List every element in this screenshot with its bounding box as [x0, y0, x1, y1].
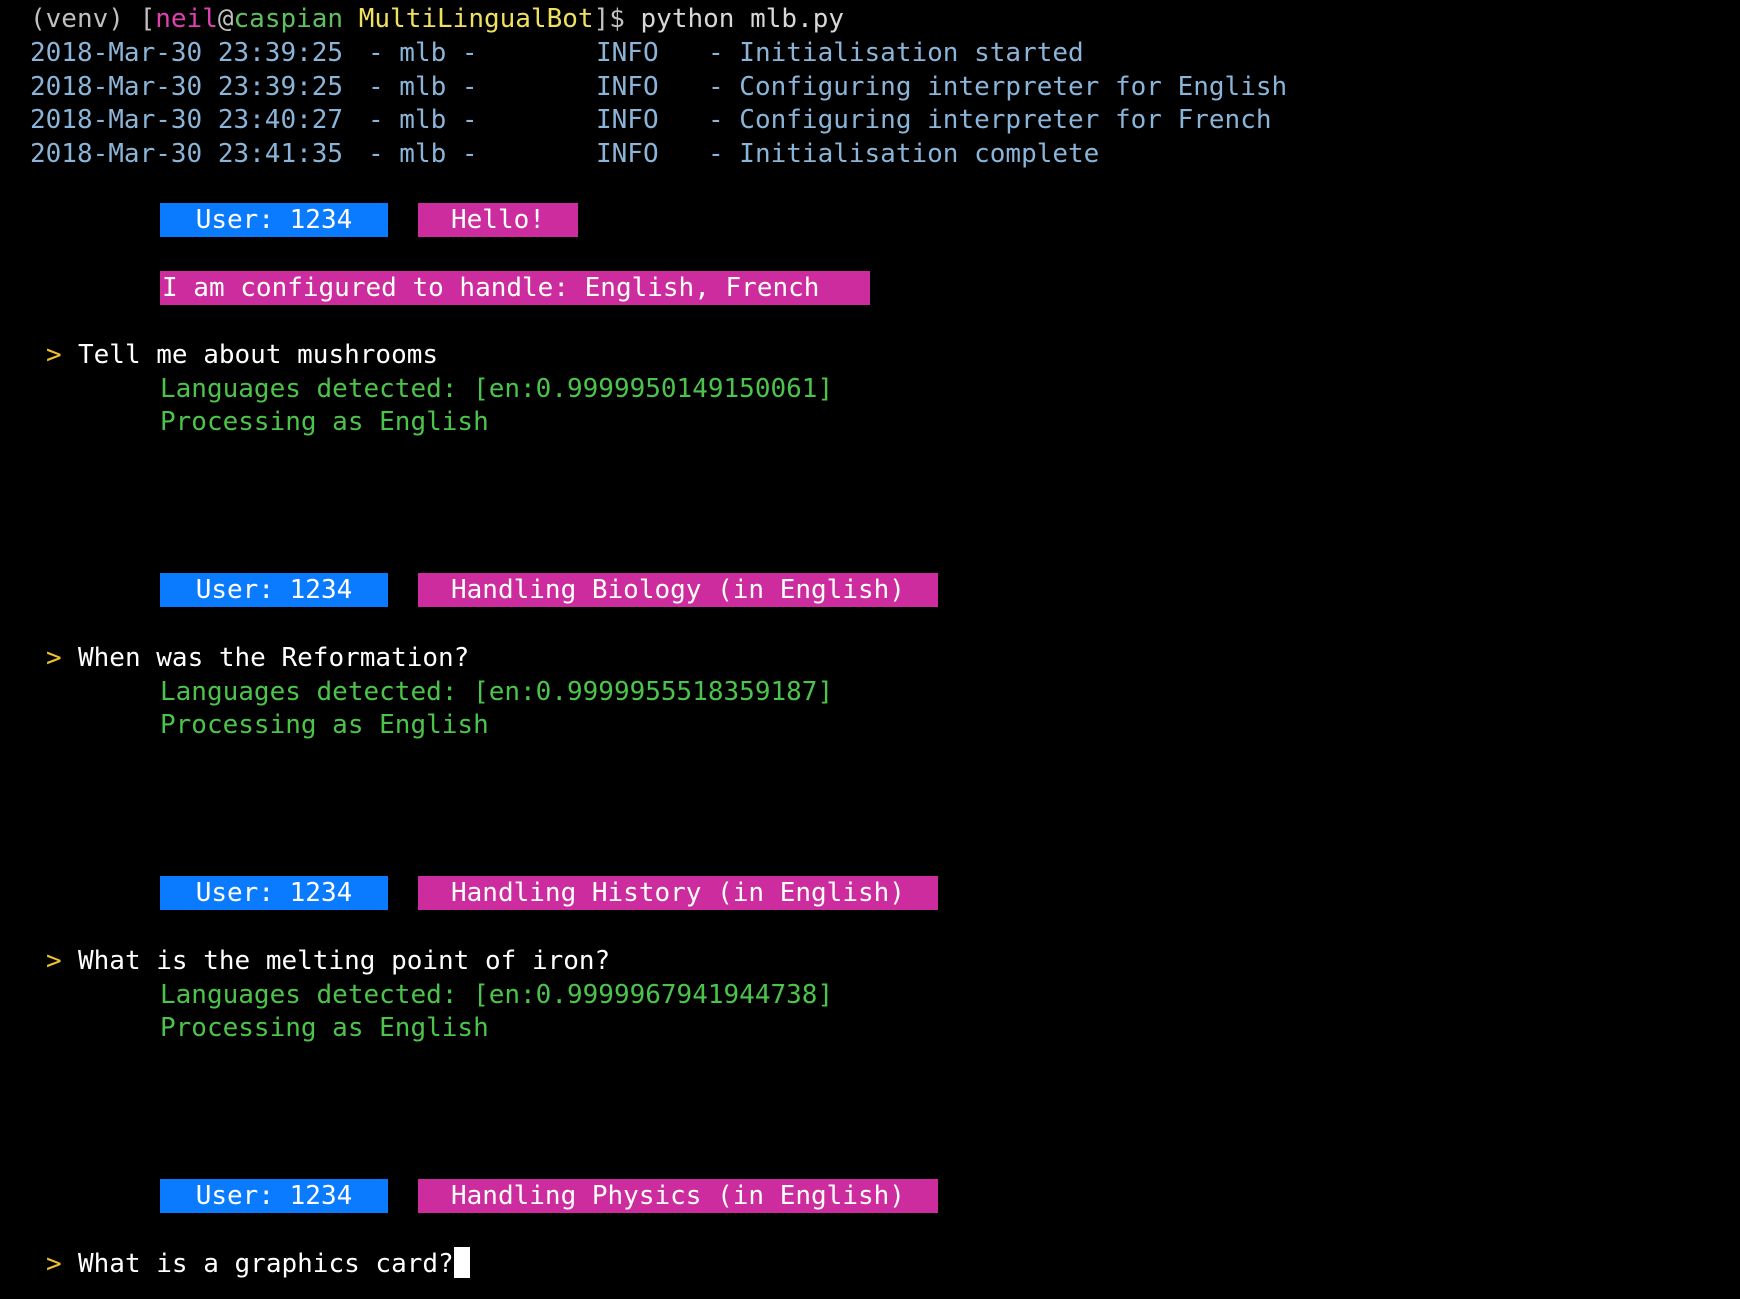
user-badge: User: 1234: [160, 203, 388, 237]
user-input-line: > What is the melting point of iron?: [46, 944, 610, 978]
log-line: 2018-Mar-30 23:41:35 - mlb - INFO - Initial…: [30, 137, 1099, 171]
current-input-text[interactable]: What is a graphics card?: [78, 1249, 454, 1279]
log-message: - Configuring interpreter for English: [708, 72, 1288, 102]
log-source: - mlb -: [368, 72, 478, 102]
user-input-line: > Tell me about mushrooms: [46, 338, 438, 372]
log-level: INFO: [596, 139, 659, 169]
log-source: - mlb -: [368, 139, 478, 169]
log-level: INFO: [596, 38, 659, 68]
user-input-line: > When was the Reformation?: [46, 641, 469, 675]
log-timestamp: 2018-Mar-30 23:40:27: [30, 105, 344, 135]
language-detection: Languages detected: [en:0.99999555183591…: [160, 677, 834, 707]
log-timestamp: 2018-Mar-30 23:41:35: [30, 139, 344, 169]
input-caret: >: [46, 1249, 62, 1279]
text-cursor: [453, 1247, 470, 1278]
bot-reply-badge: Handling Biology (in English): [418, 573, 938, 607]
current-input-line[interactable]: > What is a graphics card?: [46, 1247, 470, 1281]
log-line: 2018-Mar-30 23:39:25 - mlb - INFO - Initial…: [30, 36, 1084, 70]
input-caret: >: [46, 340, 62, 370]
log-level: INFO: [596, 72, 659, 102]
prompt-user: neil: [155, 4, 218, 34]
bot-reply-badge: Handling History (in English): [418, 876, 938, 910]
processing-status: Processing as English: [160, 407, 489, 437]
language-detection: Languages detected: [en:0.99999501491500…: [160, 374, 834, 404]
prompt-host: caspian: [233, 4, 344, 34]
log-level: INFO: [596, 105, 659, 135]
user-badge: User: 1234: [160, 573, 388, 607]
prompt-directory: MultiLingualBot: [358, 4, 594, 34]
shell-command: python mlb.py: [640, 4, 845, 34]
log-message: - Initialisation complete: [708, 139, 1100, 169]
log-message: - Configuring interpreter for French: [708, 105, 1272, 135]
log-timestamp: 2018-Mar-30 23:39:25: [30, 38, 344, 68]
log-line: 2018-Mar-30 23:39:25 - mlb - INFO - Configu…: [30, 70, 1287, 104]
log-source: - mlb -: [368, 38, 478, 68]
shell-prompt: (venv) [neil@caspian MultiLingualBot]$ p…: [30, 4, 845, 34]
processing-status: Processing as English: [160, 710, 489, 740]
bot-reply-badge: Hello!: [418, 203, 578, 237]
language-detection: Languages detected: [en:0.99999679419447…: [160, 980, 834, 1010]
user-badge: User: 1234: [160, 876, 388, 910]
user-input-text: Tell me about mushrooms: [78, 340, 439, 370]
input-caret: >: [46, 643, 62, 673]
user-input-text: When was the Reformation?: [78, 643, 470, 673]
log-source: - mlb -: [368, 105, 478, 135]
user-badge: User: 1234: [160, 1179, 388, 1213]
bot-config-badge: I am configured to handle: English, Fren…: [160, 271, 870, 305]
user-input-text: What is the melting point of iron?: [78, 946, 611, 976]
log-timestamp: 2018-Mar-30 23:39:25: [30, 72, 344, 102]
processing-status: Processing as English: [160, 1013, 489, 1043]
venv-indicator: (venv): [30, 4, 124, 34]
log-message: - Initialisation started: [708, 38, 1084, 68]
log-line: 2018-Mar-30 23:40:27 - mlb - INFO - Configu…: [30, 103, 1272, 137]
bot-reply-badge: Handling Physics (in English): [418, 1179, 938, 1213]
input-caret: >: [46, 946, 62, 976]
